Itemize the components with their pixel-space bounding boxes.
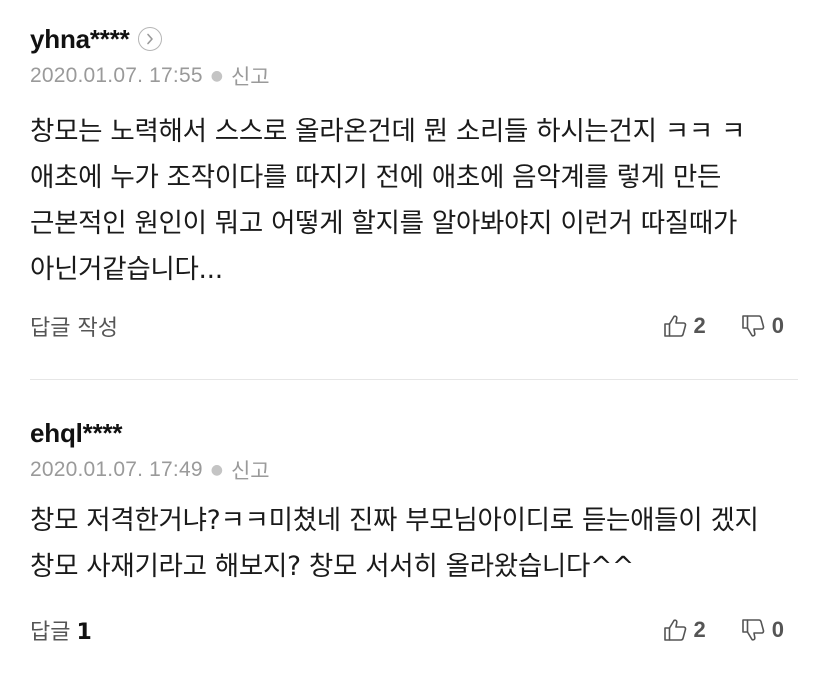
comment-username[interactable]: yhna**** bbox=[30, 24, 130, 55]
reply-count: 1 bbox=[76, 620, 92, 645]
comment-meta: 2020.01.07. 17:49 ● 신고 bbox=[30, 456, 798, 484]
thumbs-up-icon bbox=[662, 617, 688, 643]
comment-header: yhna**** bbox=[30, 22, 798, 56]
comment-text: 창모는 노력해서 스스로 올라온건데 뭔 소리들 하시는건지 ㅋㅋ ㅋ 애초에 … bbox=[30, 116, 746, 285]
comment-date: 2020.01.07. 17:49 bbox=[30, 458, 203, 481]
comment-actions: 답글 작성 2 0 bbox=[30, 311, 798, 341]
reply-button[interactable]: 답글 1 bbox=[30, 614, 92, 646]
comment-divider bbox=[30, 379, 798, 380]
comment-username[interactable]: ehql**** bbox=[30, 418, 123, 449]
dislike-count: 0 bbox=[771, 313, 784, 338]
comment-item: yhna**** 2020.01.07. 17:55 ● 신고 창모는 노력해서… bbox=[30, 22, 798, 342]
separator-dot: ● bbox=[210, 462, 223, 478]
reply-button[interactable]: 답글 작성 bbox=[30, 310, 118, 342]
comment-header: ehql**** bbox=[30, 416, 798, 450]
dislike-count: 0 bbox=[771, 617, 784, 642]
thumbs-down-icon bbox=[740, 617, 766, 643]
reply-label: 답글 bbox=[30, 620, 71, 645]
report-button[interactable]: 신고 bbox=[231, 455, 270, 485]
thumbs-up-icon bbox=[662, 313, 688, 339]
report-button[interactable]: 신고 bbox=[231, 61, 270, 91]
like-button[interactable]: 2 bbox=[662, 617, 706, 643]
comment-actions: 답글 1 2 0 bbox=[30, 615, 798, 645]
chevron-right-icon[interactable] bbox=[137, 27, 162, 51]
like-button[interactable]: 2 bbox=[662, 313, 706, 339]
like-count: 2 bbox=[693, 617, 706, 642]
chevron-right-glyph bbox=[146, 33, 153, 45]
vote-group: 2 0 bbox=[662, 313, 784, 339]
dislike-button[interactable]: 0 bbox=[740, 617, 784, 643]
comment-date: 2020.01.07. 17:55 bbox=[30, 64, 203, 87]
thumbs-down-icon bbox=[740, 313, 766, 339]
vote-group: 2 0 bbox=[662, 617, 784, 643]
dislike-button[interactable]: 0 bbox=[740, 313, 784, 339]
like-count: 2 bbox=[693, 313, 706, 338]
separator-dot: ● bbox=[210, 68, 223, 84]
reply-label: 답글 작성 bbox=[30, 316, 118, 341]
comment-meta: 2020.01.07. 17:55 ● 신고 bbox=[30, 62, 798, 90]
comment-text: 창모 저격한거냐?ㅋㅋ미쳤네 진짜 부모님아이디로 듣는애들이 겠지 창모 사재… bbox=[30, 505, 759, 582]
comment-item: ehql**** 2020.01.07. 17:49 ● 신고 창모 저격한거냐… bbox=[30, 416, 798, 646]
